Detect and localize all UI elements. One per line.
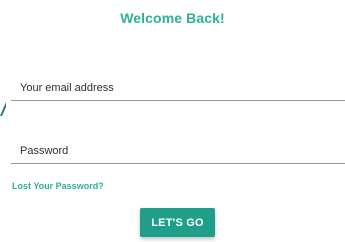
email-field[interactable] — [11, 75, 345, 101]
login-panel: Welcome Back! Lost Your Password? LET'S … — [0, 0, 345, 242]
page-title: Welcome Back! — [120, 10, 225, 26]
decorative-accent-mark-icon — [0, 102, 6, 116]
password-field[interactable] — [11, 138, 345, 164]
lost-password-link[interactable]: Lost Your Password? — [12, 181, 104, 191]
lets-go-button[interactable]: LET'S GO — [140, 208, 215, 237]
